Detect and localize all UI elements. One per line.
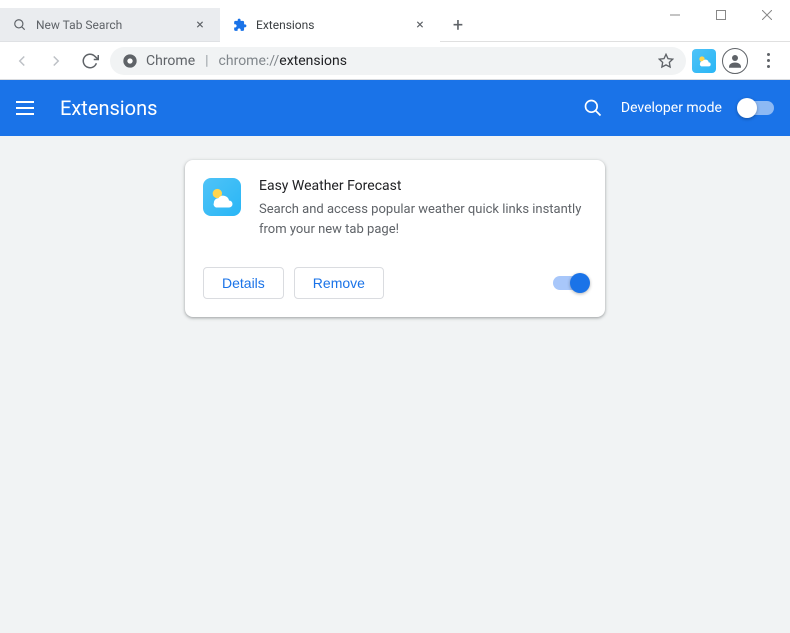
new-tab-button[interactable]: + (444, 11, 472, 39)
window-controls (652, 0, 790, 30)
tab-strip: New Tab Search × Extensions × + (0, 0, 652, 42)
details-button[interactable]: Details (203, 267, 284, 299)
search-icon (12, 17, 28, 33)
extension-description: Search and access popular weather quick … (259, 200, 587, 239)
back-button[interactable] (8, 47, 36, 75)
window-titlebar: New Tab Search × Extensions × + (0, 0, 790, 42)
tab-new-tab-search[interactable]: New Tab Search × (0, 8, 220, 42)
close-window-button[interactable] (744, 0, 790, 30)
extension-enable-toggle[interactable] (553, 276, 587, 290)
search-extensions-icon[interactable] (583, 98, 603, 118)
extension-card: Easy Weather Forecast Search and access … (185, 160, 605, 317)
bookmark-star-icon[interactable] (658, 53, 674, 69)
minimize-button[interactable] (652, 0, 698, 30)
weather-extension-icon[interactable] (692, 49, 716, 73)
chrome-logo-icon (122, 53, 138, 69)
close-icon[interactable]: × (412, 17, 428, 33)
omnibox-prefix: Chrome (146, 53, 195, 69)
tab-title: New Tab Search (36, 18, 184, 32)
close-icon[interactable]: × (192, 17, 208, 33)
extensions-content: Easy Weather Forecast Search and access … (0, 136, 790, 633)
forward-button[interactable] (42, 47, 70, 75)
omnibox-url: chrome://extensions (219, 53, 347, 69)
browser-menu-button[interactable] (754, 53, 782, 68)
address-bar[interactable]: Chrome | chrome://extensions (110, 47, 686, 75)
hamburger-menu-button[interactable] (16, 96, 40, 120)
remove-button[interactable]: Remove (294, 267, 384, 299)
tab-title: Extensions (256, 18, 404, 32)
omnibox-separator: | (205, 53, 208, 69)
weather-app-icon (203, 178, 241, 216)
browser-toolbar: Chrome | chrome://extensions (0, 42, 790, 80)
reload-button[interactable] (76, 47, 104, 75)
maximize-button[interactable] (698, 0, 744, 30)
extension-name: Easy Weather Forecast (259, 178, 587, 194)
tab-extensions[interactable]: Extensions × (220, 8, 440, 42)
developer-mode-label: Developer mode (621, 100, 722, 116)
extension-puzzle-icon (232, 17, 248, 33)
developer-mode-toggle[interactable] (740, 101, 774, 115)
page-title: Extensions (60, 96, 157, 120)
extensions-header: Extensions Developer mode (0, 80, 790, 136)
profile-avatar[interactable] (722, 48, 748, 74)
